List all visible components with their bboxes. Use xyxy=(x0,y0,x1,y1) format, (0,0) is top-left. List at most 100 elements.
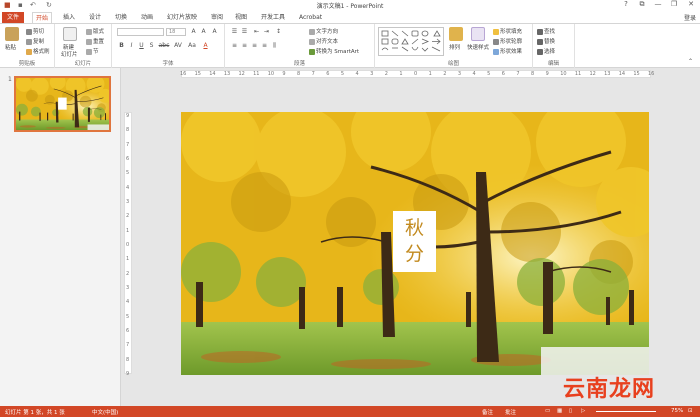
slide-title-box[interactable]: 秋 分 xyxy=(393,211,436,272)
reset-button[interactable]: 重置 xyxy=(86,37,104,45)
format-painter-button[interactable]: 格式刷 xyxy=(26,47,50,55)
shrink-font-button[interactable]: A xyxy=(200,28,207,35)
comments-button[interactable]: 批注 xyxy=(505,408,516,416)
decrease-indent-icon[interactable]: ⇤ xyxy=(253,28,260,35)
shape-outline-button[interactable]: 形状轮廓 xyxy=(493,37,522,45)
slideshow-icon[interactable]: ▷ xyxy=(581,408,585,414)
smartart-button[interactable]: 转换为 SmartArt xyxy=(309,47,359,55)
slide-sorter-icon[interactable]: ▦ xyxy=(557,408,562,414)
layout-button[interactable]: 版式 xyxy=(86,27,104,35)
cut-button[interactable]: 剪切 xyxy=(26,27,44,35)
arrange-button[interactable]: 排列 xyxy=(449,43,460,51)
hruler-tick: 16 xyxy=(648,71,655,77)
grow-font-button[interactable]: A xyxy=(190,28,197,35)
editing-group-label: 编辑 xyxy=(547,61,559,67)
vruler-tick: 1 xyxy=(126,256,130,263)
language-status[interactable]: 中文(中国) xyxy=(92,408,118,416)
new-slide-icon[interactable] xyxy=(63,27,77,41)
normal-view-icon[interactable]: ▭ xyxy=(545,408,550,414)
tab-animations[interactable]: 动画 xyxy=(138,12,156,23)
vruler-tick: 0 xyxy=(126,242,130,248)
italic-button[interactable]: I xyxy=(128,42,135,49)
effects-icon xyxy=(493,48,499,55)
help-icon[interactable]: ? xyxy=(619,0,633,10)
tab-acrobat[interactable]: Acrobat xyxy=(296,12,325,23)
replace-button[interactable]: 替换 xyxy=(537,37,555,45)
hruler-tick: 3 xyxy=(370,71,374,77)
zoom-slider[interactable] xyxy=(596,411,656,412)
bold-button[interactable]: B xyxy=(118,42,125,49)
line-spacing-icon[interactable]: ↕ xyxy=(275,28,282,35)
vruler-tick: 4 xyxy=(126,299,130,306)
shadow-button[interactable]: S xyxy=(148,42,155,49)
tab-view[interactable]: 视图 xyxy=(232,12,250,23)
restore-button[interactable]: ❐ xyxy=(667,0,681,10)
slide-thumbnail[interactable] xyxy=(14,76,111,132)
increase-indent-icon[interactable]: ⇥ xyxy=(263,28,270,35)
columns-icon[interactable]: ⫼ xyxy=(271,42,278,49)
ribbon-display-icon[interactable]: ⧉ xyxy=(635,0,649,10)
hruler-tick: 15 xyxy=(633,71,640,77)
font-group-label: 字体 xyxy=(162,61,174,67)
hruler-tick: 9 xyxy=(545,71,549,77)
collapse-ribbon-icon[interactable]: ⌃ xyxy=(688,58,693,65)
align-right-icon[interactable]: ≡ xyxy=(251,42,258,49)
hruler-tick: 14 xyxy=(618,71,626,77)
align-left-icon[interactable]: ≡ xyxy=(231,42,238,49)
hruler-tick: 9 xyxy=(282,71,286,77)
tab-design[interactable]: 设计 xyxy=(86,12,104,23)
arrange-icon[interactable] xyxy=(449,27,463,41)
section-button[interactable]: 节 xyxy=(86,47,99,55)
tab-insert[interactable]: 插入 xyxy=(60,12,78,23)
clear-format-button[interactable]: A xyxy=(211,28,218,35)
horizontal-ruler: 16 15 14 13 12 11 10 9 8 7 6 5 4 3 2 1 0 1 2 3 4 5 6 7 8 9 10 11 12 1… xyxy=(180,70,655,78)
align-text-button[interactable]: 对齐文本 xyxy=(309,37,338,45)
text-direction-button[interactable]: 文字方向 xyxy=(309,27,338,35)
paste-button[interactable]: 粘贴 xyxy=(5,43,16,51)
notes-button[interactable]: 备注 xyxy=(482,408,493,416)
paragraph-group: ☰ ☰ ⇤ ⇥ ↕ ≡ ≡ ≡ ≡ ⫼ 文字方向 对齐文本 转换为 SmartA… xyxy=(225,24,375,68)
close-button[interactable]: ✕ xyxy=(684,0,698,10)
zoom-level[interactable]: 75% xyxy=(671,408,683,414)
strikethrough-button[interactable]: abc xyxy=(158,42,170,49)
watermark-logo: 云南龙网 xyxy=(563,377,656,402)
login-link[interactable]: 登录 xyxy=(684,13,696,22)
hruler-tick: 4 xyxy=(472,71,476,77)
shape-fill-button[interactable]: 形状填充 xyxy=(493,27,522,35)
char-spacing-button[interactable]: AV xyxy=(173,42,183,49)
tab-slideshow[interactable]: 幻灯片放映 xyxy=(164,12,200,23)
change-case-button[interactable]: Aa xyxy=(187,42,197,49)
find-button[interactable]: 查找 xyxy=(537,27,555,35)
hruler-tick: 12 xyxy=(589,71,596,77)
shape-effects-button[interactable]: 形状效果 xyxy=(493,47,522,55)
shapes-gallery[interactable] xyxy=(378,27,444,56)
font-color-button[interactable]: A xyxy=(202,42,209,49)
quick-styles-icon[interactable] xyxy=(471,27,485,41)
vruler-tick: 9 xyxy=(126,113,130,119)
tab-file[interactable]: 文件 xyxy=(2,12,24,23)
minimize-button[interactable]: — xyxy=(651,0,665,10)
align-center-icon[interactable]: ≡ xyxy=(241,42,248,49)
numbering-icon[interactable]: ☰ xyxy=(241,28,248,35)
tab-review[interactable]: 审阅 xyxy=(208,12,226,23)
font-name-field[interactable] xyxy=(117,28,164,36)
paste-icon[interactable] xyxy=(5,27,19,41)
tab-developer[interactable]: 开发工具 xyxy=(258,12,288,23)
fit-slide-icon[interactable]: ⊡ xyxy=(688,408,693,414)
slide-canvas[interactable]: 秋 分 xyxy=(181,112,649,375)
drawing-group-label: 绘图 xyxy=(447,61,459,67)
tab-transitions[interactable]: 切换 xyxy=(112,12,130,23)
new-slide-label[interactable]: 幻灯片 xyxy=(61,50,78,58)
justify-icon[interactable]: ≡ xyxy=(261,42,268,49)
quick-styles-button[interactable]: 快速样式 xyxy=(467,43,489,51)
hruler-tick: 10 xyxy=(560,71,567,77)
bullets-icon[interactable]: ☰ xyxy=(231,28,238,35)
thumbnail-image xyxy=(16,78,109,130)
tab-home[interactable]: 开始 xyxy=(32,12,53,23)
font-size-field[interactable]: 18 xyxy=(166,28,186,36)
select-button[interactable]: 选择 xyxy=(537,47,555,55)
reading-view-icon[interactable]: ▯ xyxy=(569,408,572,414)
copy-button[interactable]: 复制 xyxy=(26,37,44,45)
underline-button[interactable]: U xyxy=(138,42,145,49)
hruler-tick: 16 xyxy=(180,71,187,77)
